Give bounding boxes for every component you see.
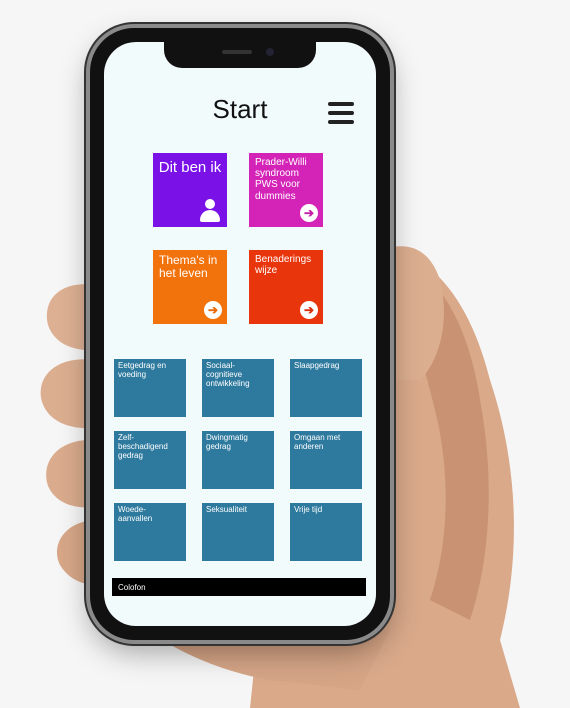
topic-label: Vrije tijd bbox=[294, 505, 323, 514]
topic-label: Dwingmatig gedrag bbox=[206, 433, 248, 451]
topic-tile[interactable]: Vrije tijd bbox=[290, 503, 362, 561]
topic-tile[interactable]: Eetgedrag en voeding bbox=[114, 359, 186, 417]
topic-tile[interactable]: Zelf-beschadigend gedrag bbox=[114, 431, 186, 489]
tile-label: Dit ben ik bbox=[158, 159, 222, 176]
tile-benaderingswijze[interactable]: Benaderings wijze ➔ bbox=[249, 250, 323, 324]
topic-label: Sociaal-cognitieve ontwikkeling bbox=[206, 361, 250, 388]
footer-label: Colofon bbox=[118, 582, 146, 592]
hamburger-menu-icon[interactable] bbox=[328, 102, 354, 124]
tile-dit-ben-ik[interactable]: Dit ben ik bbox=[153, 153, 227, 227]
phone-frame: Start Dit ben ik Prader-Willi syndroom P… bbox=[90, 28, 390, 640]
tile-label: Benaderings wijze bbox=[255, 254, 312, 277]
arrow-right-circle-icon: ➔ bbox=[300, 301, 318, 319]
notch bbox=[164, 42, 316, 68]
person-icon bbox=[199, 199, 221, 223]
topic-tile[interactable]: Woede-aanvallen bbox=[114, 503, 186, 561]
front-camera bbox=[266, 48, 274, 56]
topic-tile[interactable]: Omgaan met anderen bbox=[290, 431, 362, 489]
arrow-right-circle-icon: ➔ bbox=[300, 204, 318, 222]
arrow-right-circle-icon: ➔ bbox=[204, 301, 222, 319]
topic-label: Zelf-beschadigend gedrag bbox=[118, 433, 168, 460]
tile-label: Prader-Willi syndroom PWS voor dummies bbox=[255, 157, 307, 202]
power-button bbox=[390, 190, 394, 246]
topic-label: Seksualiteit bbox=[206, 505, 247, 514]
tile-themas-in-het-leven[interactable]: Thema's in het leven ➔ bbox=[153, 250, 227, 324]
speaker bbox=[222, 50, 252, 54]
topic-label: Woede-aanvallen bbox=[118, 505, 153, 523]
phone-screen: Start Dit ben ik Prader-Willi syndroom P… bbox=[104, 42, 376, 626]
tile-pws-voor-dummies[interactable]: Prader-Willi syndroom PWS voor dummies ➔ bbox=[249, 153, 323, 227]
topic-tile[interactable]: Seksualiteit bbox=[202, 503, 274, 561]
topic-label: Slaapgedrag bbox=[294, 361, 340, 370]
topic-tile[interactable]: Slaapgedrag bbox=[290, 359, 362, 417]
topic-label: Omgaan met anderen bbox=[294, 433, 341, 451]
colofon-link[interactable]: Colofon bbox=[112, 578, 366, 596]
topic-label: Eetgedrag en voeding bbox=[118, 361, 167, 379]
tile-label: Thema's in het leven bbox=[159, 253, 218, 281]
topic-tile[interactable]: Dwingmatig gedrag bbox=[202, 431, 274, 489]
topic-tile[interactable]: Sociaal-cognitieve ontwikkeling bbox=[202, 359, 274, 417]
